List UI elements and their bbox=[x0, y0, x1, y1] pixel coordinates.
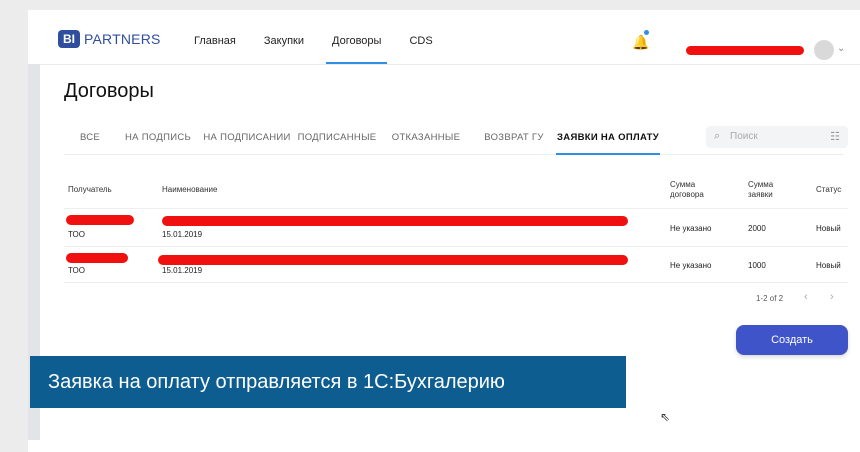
col-contract-sum-line1: Сумма bbox=[670, 180, 696, 189]
pagination-label: 1-2 of 2 bbox=[756, 294, 784, 303]
tab-all[interactable]: ВСЕ bbox=[64, 124, 116, 154]
page-title: Договоры bbox=[64, 80, 154, 102]
recipient-redacted bbox=[66, 253, 128, 263]
nav-contracts[interactable]: Договоры bbox=[318, 10, 395, 64]
row-contract-sum: Не указано bbox=[670, 224, 712, 233]
nav-home[interactable]: Главная bbox=[180, 10, 250, 64]
col-recipient: Получатель bbox=[68, 185, 112, 194]
tab-to-sign[interactable]: НА ПОДПИСЬ bbox=[116, 124, 200, 154]
col-contract-sum: Сумма договора bbox=[670, 180, 704, 200]
tab-signed[interactable]: ПОДПИСАННЫЕ bbox=[294, 124, 380, 154]
user-name-redacted bbox=[686, 46, 804, 55]
create-button[interactable]: Создать bbox=[736, 325, 848, 355]
nav-purchases[interactable]: Закупки bbox=[250, 10, 318, 64]
logo-badge: BI bbox=[58, 30, 80, 48]
row-recipient-sub: ТОО bbox=[68, 230, 85, 239]
row-status: Новый bbox=[816, 224, 841, 233]
row-request-sum: 2000 bbox=[748, 224, 766, 233]
filter-icon[interactable]: ☷ bbox=[830, 130, 840, 143]
search-placeholder: Поиск bbox=[730, 131, 758, 142]
search-icon: ⌕ bbox=[714, 130, 721, 142]
chevron-down-icon[interactable]: ⌄ bbox=[837, 43, 845, 54]
next-page-icon[interactable]: › bbox=[830, 291, 834, 303]
nav-cds[interactable]: CDS bbox=[395, 10, 446, 64]
tab-return-gu[interactable]: ВОЗВРАТ ГУ bbox=[472, 124, 556, 154]
col-name: Наименование bbox=[162, 185, 218, 194]
search-input[interactable]: ⌕ Поиск ☷ bbox=[706, 126, 848, 148]
avatar[interactable] bbox=[814, 40, 834, 60]
row-date: 15.01.2019 bbox=[162, 266, 203, 275]
row-recipient-sub: ТОО bbox=[68, 266, 85, 275]
logo-text: PARTNERS bbox=[84, 31, 161, 47]
tab-payment-requests[interactable]: ЗАЯВКИ НА ОПЛАТУ bbox=[556, 124, 660, 155]
main-nav: Главная Закупки Договоры CDS bbox=[180, 10, 447, 64]
col-request-sum: Сумма заявки bbox=[748, 180, 773, 200]
video-caption: Заявка на оплату отправляется в 1С:Бухга… bbox=[30, 356, 626, 408]
row-contract-sum: Не указано bbox=[670, 261, 712, 270]
recipient-redacted bbox=[66, 215, 134, 225]
table-divider bbox=[64, 282, 848, 283]
bell-icon[interactable]: 🔔 bbox=[632, 34, 649, 51]
table-divider bbox=[64, 208, 848, 209]
col-contract-sum-line2: договора bbox=[670, 190, 704, 199]
name-redacted[interactable] bbox=[162, 216, 628, 226]
col-request-sum-line1: Сумма bbox=[748, 180, 774, 189]
logo[interactable]: BI PARTNERS bbox=[58, 30, 161, 48]
name-redacted[interactable] bbox=[158, 255, 628, 265]
top-header: BI PARTNERS Главная Закупки Договоры CDS… bbox=[40, 10, 860, 65]
prev-page-icon[interactable]: ‹ bbox=[804, 291, 808, 303]
table-divider bbox=[64, 246, 848, 247]
row-status: Новый bbox=[816, 261, 841, 270]
notification-dot bbox=[644, 30, 649, 35]
tab-rejected[interactable]: ОТКАЗАННЫЕ bbox=[380, 124, 472, 154]
row-date: 15.01.2019 bbox=[162, 230, 203, 239]
col-status: Статус bbox=[816, 185, 842, 194]
col-request-sum-line2: заявки bbox=[748, 190, 773, 199]
row-request-sum: 1000 bbox=[748, 261, 766, 270]
tab-signing[interactable]: НА ПОДПИСАНИИ bbox=[200, 124, 294, 154]
mouse-cursor-icon: ⇖ bbox=[660, 410, 671, 424]
